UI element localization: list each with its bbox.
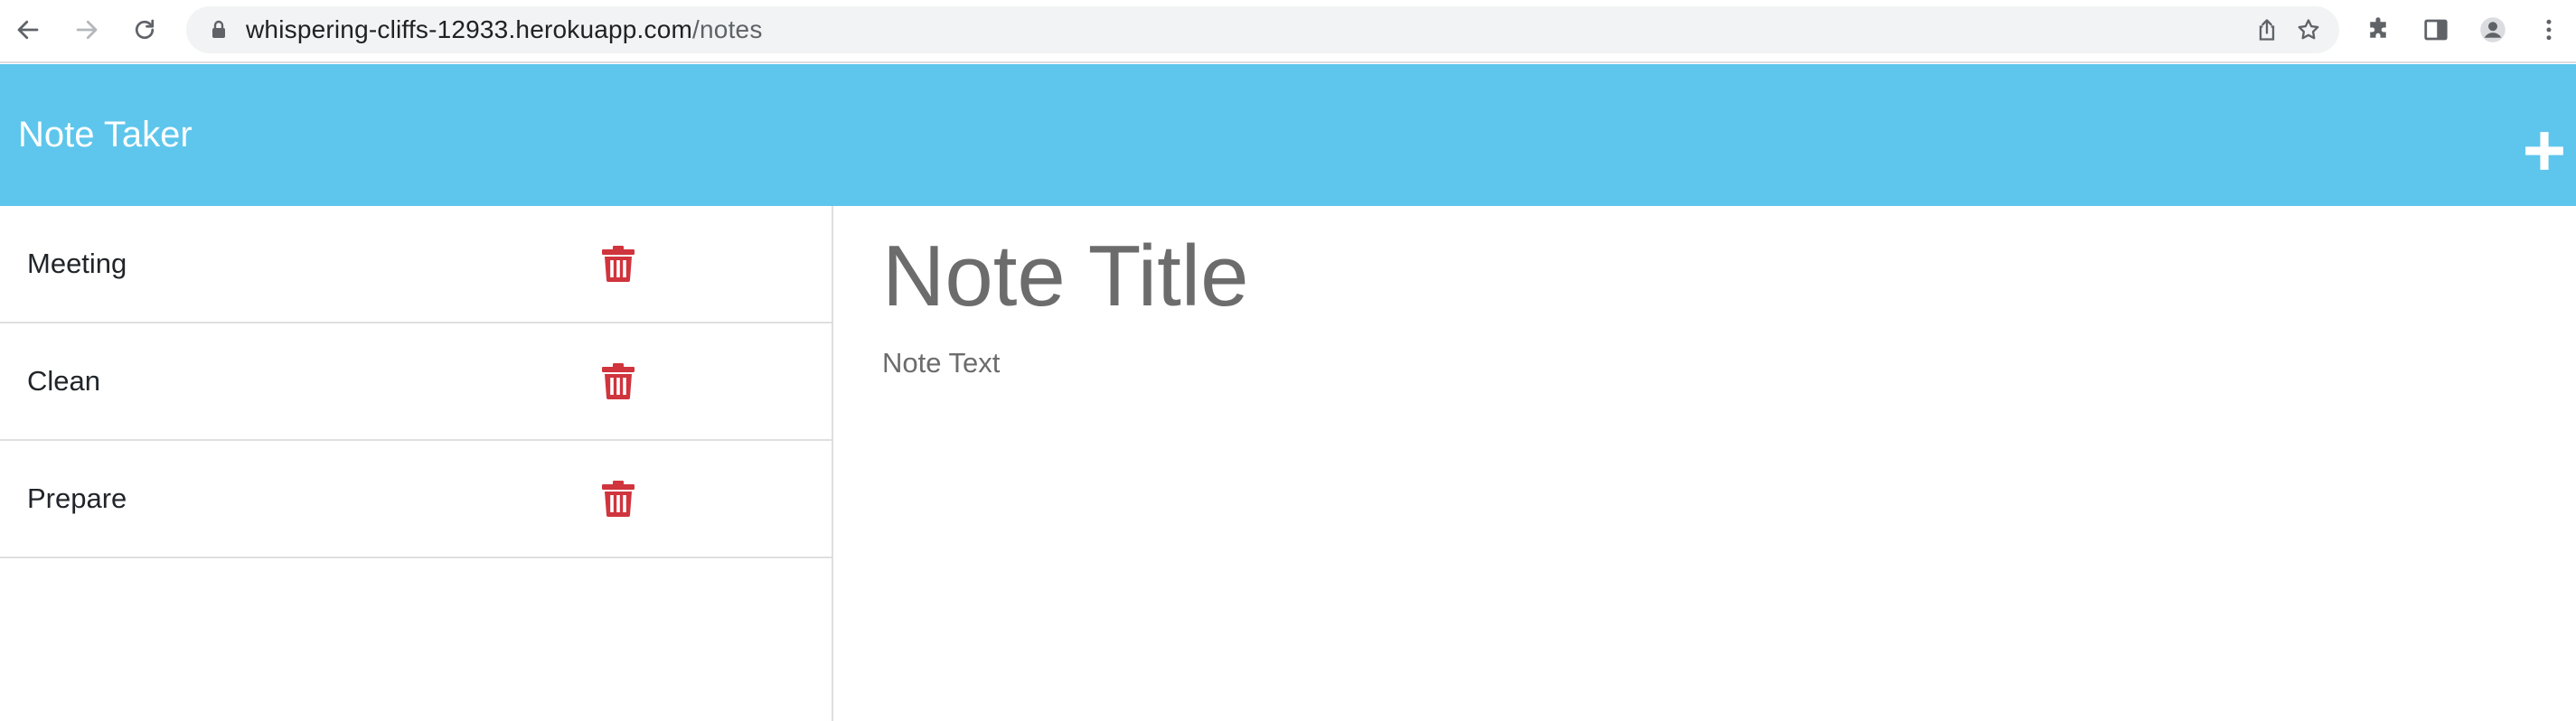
trash-icon <box>602 246 635 282</box>
puzzle-icon <box>2370 17 2386 38</box>
trash-icon <box>602 363 635 399</box>
side-panel-button[interactable] <box>2418 12 2454 48</box>
note-list-item[interactable]: Clean <box>0 323 833 441</box>
share-button[interactable] <box>2251 14 2283 46</box>
plus-icon <box>2525 132 2563 170</box>
avatar-icon <box>2480 17 2505 42</box>
arrow-left-icon <box>17 20 39 40</box>
reload-button[interactable] <box>125 10 165 50</box>
note-title: Clean <box>27 365 100 397</box>
address-bar[interactable]: whispering-cliffs-12933.herokuapp.com/no… <box>186 6 2339 53</box>
url-host: whispering-cliffs-12933.herokuapp.com <box>246 15 693 43</box>
note-title-input[interactable] <box>882 222 2509 331</box>
browser-menu-button[interactable] <box>2531 12 2567 48</box>
note-list: Meeting Clean Prepare <box>0 206 833 721</box>
bookmark-button[interactable] <box>2292 14 2325 46</box>
note-editor <box>835 206 2576 721</box>
forward-button[interactable] <box>67 10 107 50</box>
url-path: /notes <box>692 15 763 43</box>
extensions-button[interactable] <box>2360 12 2396 48</box>
note-list-item[interactable]: Prepare <box>0 441 833 558</box>
app-header: Note Taker <box>0 64 2576 206</box>
profile-button[interactable] <box>2475 12 2511 48</box>
delete-note-button[interactable] <box>602 481 635 517</box>
note-text-input[interactable] <box>882 347 2509 708</box>
back-button[interactable] <box>8 10 48 50</box>
url-text[interactable]: whispering-cliffs-12933.herokuapp.com/no… <box>246 6 763 53</box>
note-title: Prepare <box>27 482 127 514</box>
delete-note-button[interactable] <box>602 363 635 399</box>
note-title: Meeting <box>27 248 127 279</box>
app-title[interactable]: Note Taker <box>18 64 193 206</box>
note-list-item[interactable]: Meeting <box>0 206 833 323</box>
side-panel-icon <box>2424 19 2448 41</box>
star-icon <box>2298 19 2319 40</box>
kebab-menu-icon <box>2546 19 2552 41</box>
reload-icon <box>135 19 155 40</box>
browser-toolbar: whispering-cliffs-12933.herokuapp.com/no… <box>0 0 2576 63</box>
arrow-right-icon <box>76 20 98 40</box>
share-icon <box>2259 19 2275 41</box>
trash-icon <box>602 481 635 517</box>
lock-icon[interactable] <box>208 19 230 41</box>
delete-note-button[interactable] <box>602 246 635 282</box>
